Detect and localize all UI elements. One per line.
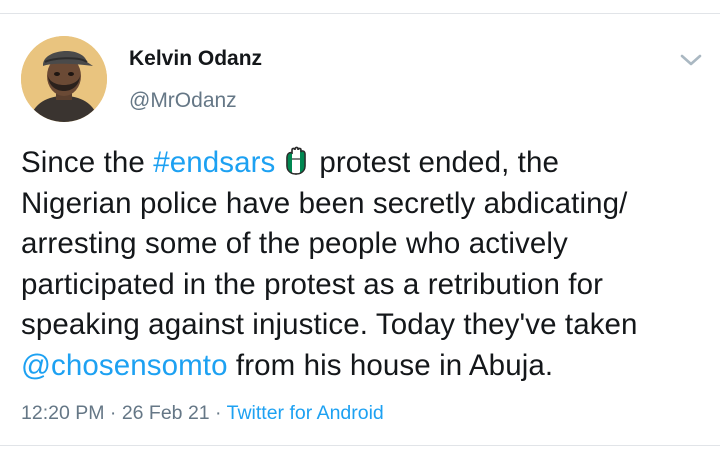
mention-link[interactable]: @chosensomto: [21, 349, 228, 382]
meta-separator: ·: [209, 402, 227, 424]
bottom-divider: [0, 445, 720, 446]
top-divider: [0, 13, 720, 14]
user-handle[interactable]: @MrOdanz: [129, 89, 237, 113]
tweet-source-link[interactable]: Twitter for Android: [227, 402, 384, 424]
tweet-line-2: Nigerian police have been secretly abdic…: [21, 186, 628, 220]
tweet-text-segment: from his house in Abuja.: [227, 348, 554, 382]
tweet-metadata: 12:20 PM · 26 Feb 21 · Twitter for Andro…: [21, 402, 384, 425]
raised-fist-nigeria-flag-icon: [284, 146, 308, 176]
tweet-time: 12:20 PM: [21, 402, 105, 424]
display-name[interactable]: Kelvin Odanz: [129, 47, 262, 71]
tweet-line-6: @chosensomto from his house in Abuja.: [21, 346, 711, 387]
tweet-line-3: arresting some of the people who activel…: [21, 227, 568, 260]
hashtag-link[interactable]: #endsars: [153, 146, 275, 179]
tweet-text: Since the #endsars protest ended, the Ni…: [21, 143, 711, 386]
tweet-date: 26 Feb 21: [121, 402, 210, 424]
tweet-line-4: participated in the protest as a retribu…: [21, 267, 604, 301]
tweet-text-segment: protest ended, the: [319, 146, 559, 179]
avatar-image: [21, 36, 107, 122]
meta-separator: ·: [104, 402, 122, 424]
tweet-line-1: Since the #endsars protest ended, the: [21, 143, 711, 184]
avatar[interactable]: [21, 36, 107, 122]
tweet-text-segment: Since the: [21, 146, 154, 179]
tweet-line-5: speaking against injustice. Today they'v…: [21, 308, 638, 341]
chevron-down-icon[interactable]: [678, 50, 704, 70]
